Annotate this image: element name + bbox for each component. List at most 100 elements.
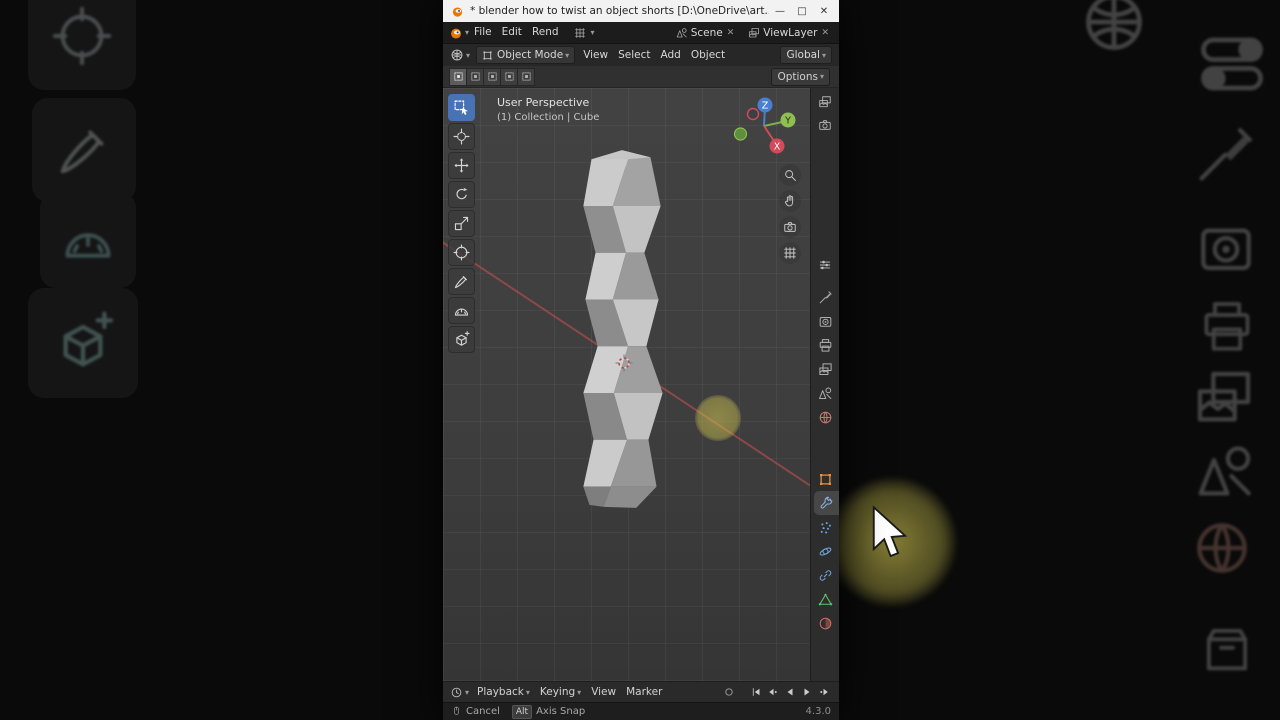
timeline-menu-keying[interactable]: Keying ▾ xyxy=(535,682,586,703)
tab-group-gap xyxy=(811,429,839,467)
tool-measure[interactable] xyxy=(448,297,475,324)
menu-add[interactable]: Add xyxy=(656,45,686,66)
gizmo-y-label[interactable]: Y xyxy=(784,116,791,127)
tool-move[interactable] xyxy=(448,152,475,179)
scale-icon xyxy=(453,215,470,232)
workspace-selector[interactable]: ▾ xyxy=(574,27,595,39)
previous-keyframe-button[interactable] xyxy=(765,685,780,700)
timeline-menu-view[interactable]: View xyxy=(586,682,621,703)
image-button[interactable] xyxy=(815,92,835,112)
menu-file[interactable]: File xyxy=(469,22,497,43)
editor-type-button[interactable]: ▾ xyxy=(447,48,473,62)
menu-edit[interactable]: Edit xyxy=(497,22,527,43)
physics-tab-icon xyxy=(818,544,833,559)
bg-transform-icon xyxy=(51,5,113,67)
timeline-menus: Playback ▾ Keying ▾ View Marker xyxy=(472,682,667,703)
pan-icon xyxy=(783,194,797,208)
scene-name: Scene xyxy=(690,26,723,39)
properties-tab-world[interactable] xyxy=(811,405,839,429)
properties-tab-modifiers[interactable] xyxy=(814,491,839,515)
axis-snap-hint: Axis Snap xyxy=(536,706,586,717)
properties-editor-button[interactable] xyxy=(815,255,835,275)
mode-label: Object Mode xyxy=(497,49,564,61)
scene-selector[interactable]: Scene ✕ xyxy=(676,26,735,39)
tool-select-box[interactable] xyxy=(448,94,475,121)
twisted-cube-object[interactable] xyxy=(575,145,671,513)
properties-tab-constraints[interactable] xyxy=(811,563,839,587)
title-bar: * blender how to twist an object shorts … xyxy=(443,0,839,22)
pan-button[interactable] xyxy=(779,190,801,212)
menu-object[interactable]: Object xyxy=(686,45,730,66)
select-mode-group xyxy=(449,67,535,86)
viewport-nav-buttons xyxy=(779,164,801,264)
app-menu-icon[interactable] xyxy=(449,26,463,40)
zoom-button[interactable] xyxy=(779,164,801,186)
orientation-dropdown[interactable]: Global ▾ xyxy=(780,46,832,64)
blender-window: * blender how to twist an object shorts … xyxy=(443,0,839,720)
camera-button[interactable] xyxy=(815,115,835,135)
select-mode-intersect[interactable] xyxy=(517,67,535,86)
close-button[interactable]: ✕ xyxy=(813,6,835,17)
play-button[interactable] xyxy=(799,685,814,700)
navigation-gizmo[interactable]: Z Y X xyxy=(733,93,797,157)
next-keyframe-button[interactable] xyxy=(816,685,831,700)
properties-tab-object[interactable] xyxy=(811,467,839,491)
tool-cursor[interactable] xyxy=(448,123,475,150)
image-icon xyxy=(818,95,832,109)
unlink-view-layer-icon[interactable]: ✕ xyxy=(821,28,829,38)
view-layer-selector[interactable]: ViewLayer ✕ xyxy=(748,27,829,39)
toggle-perspective-button[interactable] xyxy=(779,242,801,264)
properties-tab-particles[interactable] xyxy=(811,515,839,539)
mode-dropdown[interactable]: Object Mode ▾ xyxy=(476,46,576,64)
tool-rotate[interactable] xyxy=(448,181,475,208)
jump-to-start-button[interactable] xyxy=(748,685,763,700)
gizmo-z-label[interactable]: Z xyxy=(762,101,769,112)
play-reverse-button[interactable] xyxy=(782,685,797,700)
select-mode-extend[interactable] xyxy=(466,67,484,86)
minimize-button[interactable]: — xyxy=(769,6,791,17)
properties-tab-tool[interactable] xyxy=(811,285,839,309)
tool-transform[interactable] xyxy=(448,239,475,266)
timeline-menu-playback[interactable]: Playback ▾ xyxy=(472,682,535,703)
gizmo-x-label[interactable]: X xyxy=(774,142,781,153)
options-dropdown[interactable]: Options ▾ xyxy=(771,67,830,86)
playback-buttons xyxy=(748,685,831,700)
timeline-menu-marker[interactable]: Marker xyxy=(621,682,667,703)
properties-tab-data[interactable] xyxy=(811,587,839,611)
bg-printer-icon xyxy=(1198,298,1256,356)
select-mode-subtract[interactable] xyxy=(483,67,501,86)
bg-tile xyxy=(28,288,138,398)
properties-tab-output[interactable] xyxy=(811,333,839,357)
properties-tab-view-layer[interactable] xyxy=(811,357,839,381)
play-icon xyxy=(801,686,813,698)
zoom-icon xyxy=(783,168,797,182)
tool-annotate[interactable] xyxy=(448,268,475,295)
properties-tab-physics[interactable] xyxy=(811,539,839,563)
select-mode-invert[interactable] xyxy=(500,67,518,86)
add-cube-icon xyxy=(453,331,470,348)
output-tab-icon xyxy=(818,338,833,353)
select-mode-new[interactable] xyxy=(449,67,467,86)
tool-scale[interactable] xyxy=(448,210,475,237)
camera-view-icon xyxy=(783,220,797,234)
scene-tab-icon xyxy=(818,386,833,401)
properties-tab-render[interactable] xyxy=(811,309,839,333)
timeline-editor-button[interactable]: ▾ xyxy=(447,686,472,699)
menu-view[interactable]: View xyxy=(578,45,613,66)
view-name: User Perspective xyxy=(497,96,590,109)
tool-settings-bar: Options ▾ xyxy=(443,66,839,88)
world-tab-icon xyxy=(818,410,833,425)
caret-icon: ▾ xyxy=(466,50,471,60)
properties-tab-material[interactable] xyxy=(811,611,839,635)
menu-select[interactable]: Select xyxy=(613,45,655,66)
tool-add-cube[interactable] xyxy=(448,326,475,353)
caret-icon: ▾ xyxy=(565,50,570,60)
auto-keying-icon[interactable] xyxy=(722,685,736,699)
camera-view-button[interactable] xyxy=(779,216,801,238)
unlink-scene-icon[interactable]: ✕ xyxy=(727,28,735,38)
menu-rend[interactable]: Rend xyxy=(527,22,564,43)
maximize-button[interactable]: □ xyxy=(791,6,813,17)
properties-tab-scene[interactable] xyxy=(811,381,839,405)
bg-sphere-grid-icon xyxy=(1078,0,1150,58)
3d-viewport[interactable]: User Perspective (1) Collection | Cube Z xyxy=(443,88,810,681)
